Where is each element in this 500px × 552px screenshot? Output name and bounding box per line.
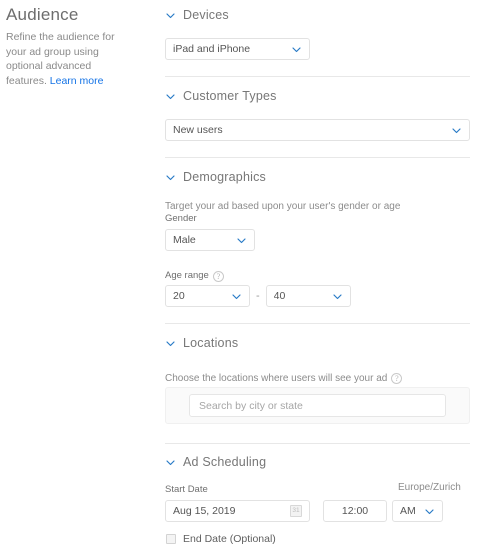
help-circle-icon[interactable]: ? bbox=[391, 373, 403, 384]
chevron-down-icon bbox=[165, 338, 176, 349]
chevron-down-icon bbox=[291, 44, 302, 55]
chevron-down-icon bbox=[165, 91, 176, 102]
section-title-customer-types: Customer Types bbox=[183, 89, 277, 103]
gender-select-value: Male bbox=[173, 234, 196, 246]
chevron-down-icon bbox=[451, 125, 462, 136]
chevron-down-icon bbox=[165, 172, 176, 183]
chevron-down-icon bbox=[231, 291, 242, 302]
customer-types-select-value: New users bbox=[173, 124, 223, 136]
start-time-value: 12:00 bbox=[341, 505, 369, 517]
meridiem-value: AM bbox=[400, 505, 416, 517]
section-title-ad-scheduling: Ad Scheduling bbox=[183, 455, 267, 469]
age-range-label-group: Age range ? bbox=[160, 265, 224, 283]
section-header-ad-scheduling[interactable]: Ad Scheduling bbox=[160, 455, 266, 469]
divider bbox=[165, 157, 470, 158]
meridiem-select[interactable]: AM bbox=[392, 500, 443, 522]
page-title: Audience bbox=[6, 5, 79, 24]
section-header-locations[interactable]: Locations bbox=[160, 336, 238, 350]
chevron-down-icon bbox=[236, 235, 247, 246]
age-range-label: Age range bbox=[165, 270, 209, 281]
start-date-input[interactable]: Aug 15, 2019 31 bbox=[165, 500, 310, 522]
gender-select[interactable]: Male bbox=[165, 229, 255, 251]
gender-label: Gender bbox=[165, 213, 197, 224]
section-title-devices: Devices bbox=[183, 8, 229, 22]
start-date-value: Aug 15, 2019 bbox=[173, 505, 236, 517]
locations-helper-text: Choose the locations where users will se… bbox=[165, 373, 388, 384]
section-title-locations: Locations bbox=[183, 336, 239, 350]
age-range-row: 20 - 40 bbox=[165, 285, 351, 307]
learn-more-link[interactable]: Learn more bbox=[50, 75, 104, 87]
chevron-down-icon bbox=[424, 506, 435, 517]
locations-helper-group: Choose the locations where users will se… bbox=[160, 368, 403, 386]
locations-search-container: Search by city or state bbox=[165, 387, 470, 424]
divider bbox=[165, 443, 470, 444]
customer-types-select[interactable]: New users bbox=[165, 119, 470, 141]
age-range-separator: - bbox=[256, 290, 260, 302]
end-date-label: End Date (Optional) bbox=[183, 533, 276, 545]
age-range-to-select[interactable]: 40 bbox=[265, 285, 351, 307]
end-date-checkbox-row[interactable]: End Date (Optional) bbox=[166, 533, 276, 545]
calendar-icon[interactable]: 31 bbox=[290, 505, 302, 517]
age-range-from-value: 20 bbox=[173, 290, 185, 302]
timezone-label: Europe/Zurich bbox=[398, 482, 461, 493]
intro-description: Refine the audience for your ad group us… bbox=[6, 30, 134, 88]
help-circle-icon[interactable]: ? bbox=[212, 270, 224, 282]
chevron-down-icon bbox=[165, 10, 176, 21]
divider bbox=[165, 76, 470, 77]
demographics-helper-text: Target your ad based upon your user's ge… bbox=[165, 201, 401, 212]
age-range-to-value: 40 bbox=[273, 290, 286, 302]
locations-search-input[interactable]: Search by city or state bbox=[189, 394, 446, 417]
start-date-label: Start Date bbox=[165, 484, 208, 495]
section-header-customer-types[interactable]: Customer Types bbox=[160, 89, 277, 103]
section-header-demographics[interactable]: Demographics bbox=[160, 170, 266, 184]
chevron-down-icon bbox=[332, 291, 343, 302]
audience-settings-panel: Audience Refine the audience for your ad… bbox=[0, 0, 500, 552]
divider bbox=[165, 323, 470, 324]
locations-search-placeholder: Search by city or state bbox=[199, 399, 303, 412]
devices-select[interactable]: iPad and iPhone bbox=[165, 38, 310, 60]
intro-panel: Audience Refine the audience for your ad… bbox=[6, 4, 134, 88]
start-time-input[interactable]: 12:00 bbox=[323, 500, 387, 522]
end-date-checkbox[interactable] bbox=[166, 534, 176, 544]
devices-select-value: iPad and iPhone bbox=[173, 43, 251, 55]
section-title-demographics: Demographics bbox=[183, 170, 266, 184]
chevron-down-icon bbox=[165, 457, 176, 468]
age-range-from-select[interactable]: 20 bbox=[165, 285, 250, 307]
section-header-devices[interactable]: Devices bbox=[160, 8, 229, 22]
